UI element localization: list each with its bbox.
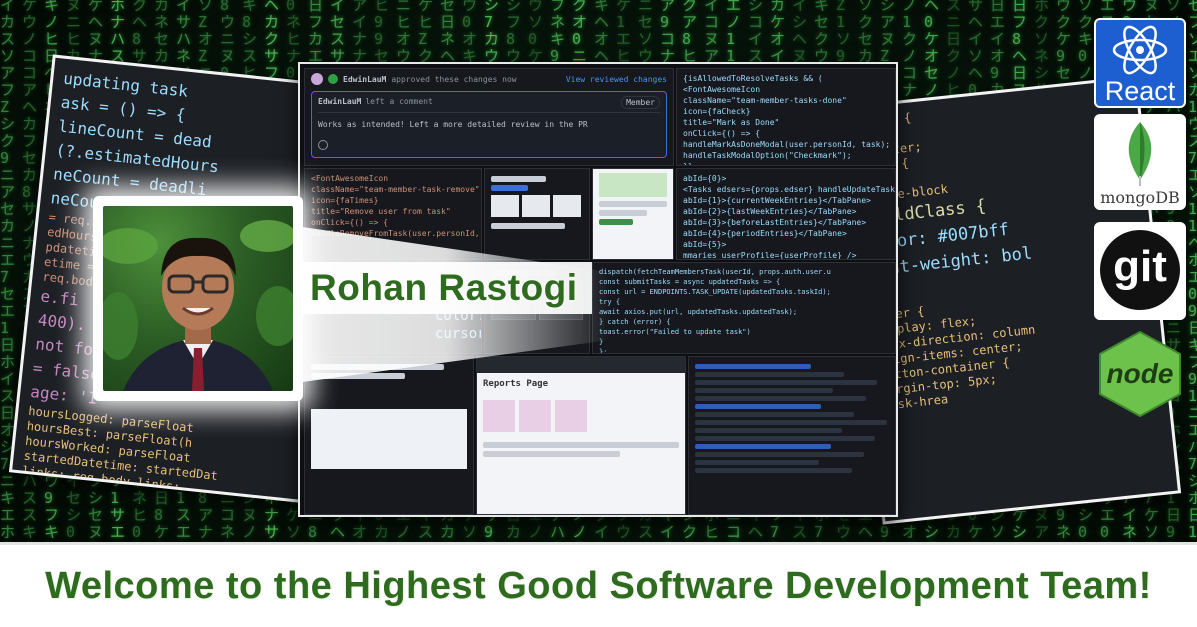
- table-row: [695, 436, 876, 441]
- code-line: <FontAwesomeIcon: [683, 85, 761, 94]
- code-line: handleTaskModalOption("Checkmark");: [683, 151, 852, 160]
- code-line: abId={1}>{currentWeekEntries}</TabPane>: [683, 196, 871, 205]
- mongodb-logo: mongoDB: [1094, 114, 1186, 210]
- matrix-column: ハセフソエソカ1ウス7エソ11ヘホエ09日キフ91ニエハ7シホ日1ヘ: [1188, 0, 1197, 542]
- code-line: const url = ENDPOINTS.TASK_UPDATE(update…: [599, 288, 831, 296]
- code-line: abId={5}>: [683, 240, 727, 249]
- code-line: <FontAwesomeIcon: [311, 174, 389, 183]
- avatar: [311, 73, 323, 85]
- code-line: dispatch(fetchTeamMembersTask(userId, pr…: [599, 268, 831, 276]
- welcome-title: Welcome to the Highest Good Software Dev…: [45, 564, 1152, 607]
- terminal-table-tile: [688, 356, 896, 515]
- table-row: [695, 452, 864, 457]
- node-label: node: [1106, 358, 1174, 389]
- hero-background: 7イカスソアフZシク9ニアセカニエ7セエ1日ホイス日オシ7ニキエホス7ケウノココ…: [0, 0, 1197, 542]
- screenshot-tile-1: [484, 168, 590, 260]
- code-line: icon={faTimes}: [311, 196, 379, 205]
- mongodb-leaf-icon: [1128, 122, 1152, 186]
- profile-photo-frame: [93, 196, 303, 401]
- code-line: };: [599, 348, 608, 354]
- code-line: }}: [683, 161, 889, 165]
- table-row: [695, 460, 820, 465]
- code-line: await axios.put(url, updatedTasks.update…: [599, 308, 798, 316]
- mongodb-label: mongoDB: [1100, 188, 1180, 207]
- async-code-tile: dispatch(fetchTeamMembersTask(userId, pr…: [592, 262, 896, 354]
- profile-photo: [103, 206, 293, 391]
- table-row: [695, 412, 855, 417]
- code-line: abId={3}>{beforeLastEntries}</TabPane>: [683, 218, 867, 227]
- profile-name: Rohan Rastogi: [302, 262, 592, 314]
- table-row: [695, 372, 845, 377]
- code-line: abId={2}>{lastWeekEntries}</TabPane>: [683, 207, 857, 216]
- comment-action: approved these changes now: [391, 74, 517, 84]
- inner-author: EdwinLauM: [318, 97, 362, 106]
- view-changes-link[interactable]: View reviewed changes: [566, 74, 667, 85]
- code-line: mmaries userProfile={userProfile} />: [683, 251, 857, 260]
- approved-check-icon: [328, 74, 338, 84]
- code-line: toast.error("Failed to update task"): [599, 328, 751, 336]
- screenshot-tile-4: [304, 356, 474, 515]
- table-row: [695, 404, 822, 409]
- code-line: onClick={() => {: [311, 218, 389, 227]
- code-line: title="Remove user from task": [311, 207, 451, 216]
- code-line: handleMarkAsDoneModal(user.personId, tas…: [683, 140, 891, 149]
- code-line: className="team-member-task-remove": [311, 185, 480, 194]
- nodejs-logo: node: [1094, 330, 1186, 418]
- code-line: const submitTasks = async updatedTasks =…: [599, 278, 781, 286]
- code-line: title="Mark as Done": [683, 118, 780, 127]
- table-row: [695, 428, 843, 433]
- emoji-icon[interactable]: [318, 140, 328, 150]
- code-line: icon={faCheck}: [683, 107, 751, 116]
- bottom-banner: Welcome to the Highest Good Software Dev…: [0, 542, 1197, 627]
- table-row: [695, 380, 878, 385]
- screenshot-tile-2: [592, 168, 674, 260]
- tabs-code-tile: abId={0}> <Tasks edsers={props.edser} han…: [676, 168, 896, 260]
- jsx-checkmark-tile: {isAllowedToResolveTasks && ( <FontAweso…: [676, 68, 896, 166]
- code-line: className="team-member-tasks-done": [683, 96, 847, 105]
- table-row: [695, 444, 831, 449]
- code-line: abId={0}>: [683, 174, 727, 183]
- pr-comment-tile: EdwinLauM approved these changes now Vie…: [304, 68, 674, 166]
- code-line: <Tasks edsers={props.edser} handleUpdate…: [683, 185, 895, 194]
- table-row: [695, 364, 812, 369]
- code-line: abId={4}>{periodEntries}</TabPane>: [683, 229, 847, 238]
- comment-box: EdwinLauM left a comment Member Works as…: [311, 91, 667, 158]
- code-line: try {: [599, 298, 621, 306]
- table-row: [695, 396, 866, 401]
- react-label: React: [1104, 76, 1176, 106]
- reports-page-title: Reports Page: [483, 379, 549, 389]
- code-line: }: [599, 338, 604, 346]
- react-logo: React: [1094, 18, 1186, 108]
- code-line: onClick={() => {: [683, 129, 761, 138]
- member-badge: Member: [621, 96, 660, 109]
- table-row: [695, 468, 853, 473]
- comment-body: Works as intended! Left a more detailed …: [318, 120, 588, 129]
- code-line: } catch (error) {: [599, 318, 671, 326]
- reports-page-tile: Reports Page: [476, 356, 686, 515]
- code-line: {isAllowedToResolveTasks && (: [683, 74, 823, 83]
- table-row: [695, 420, 888, 425]
- git-logo: git: [1094, 222, 1186, 320]
- git-label: git: [1113, 242, 1167, 291]
- inner-action: left a comment: [365, 97, 433, 106]
- comment-author: EdwinLauM: [343, 74, 387, 84]
- table-row: [695, 388, 833, 393]
